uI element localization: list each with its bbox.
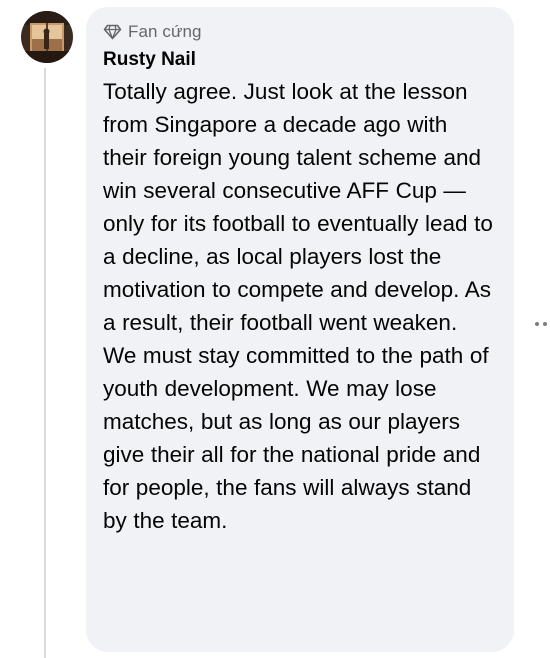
more-options-icon[interactable] xyxy=(532,318,550,330)
top-fan-badge[interactable]: Fan cứng xyxy=(103,21,494,43)
avatar-image xyxy=(21,11,73,63)
comment-bubble: Fan cứng Rusty Nail Totally agree. Just … xyxy=(86,7,514,652)
diamond-icon xyxy=(103,23,123,41)
comment-text: Totally agree. Just look at the lesson f… xyxy=(103,79,493,533)
avatar[interactable] xyxy=(21,11,73,63)
author-name[interactable]: Rusty Nail xyxy=(103,48,494,72)
thread-line xyxy=(44,68,46,658)
badge-label: Fan cứng xyxy=(128,22,202,41)
